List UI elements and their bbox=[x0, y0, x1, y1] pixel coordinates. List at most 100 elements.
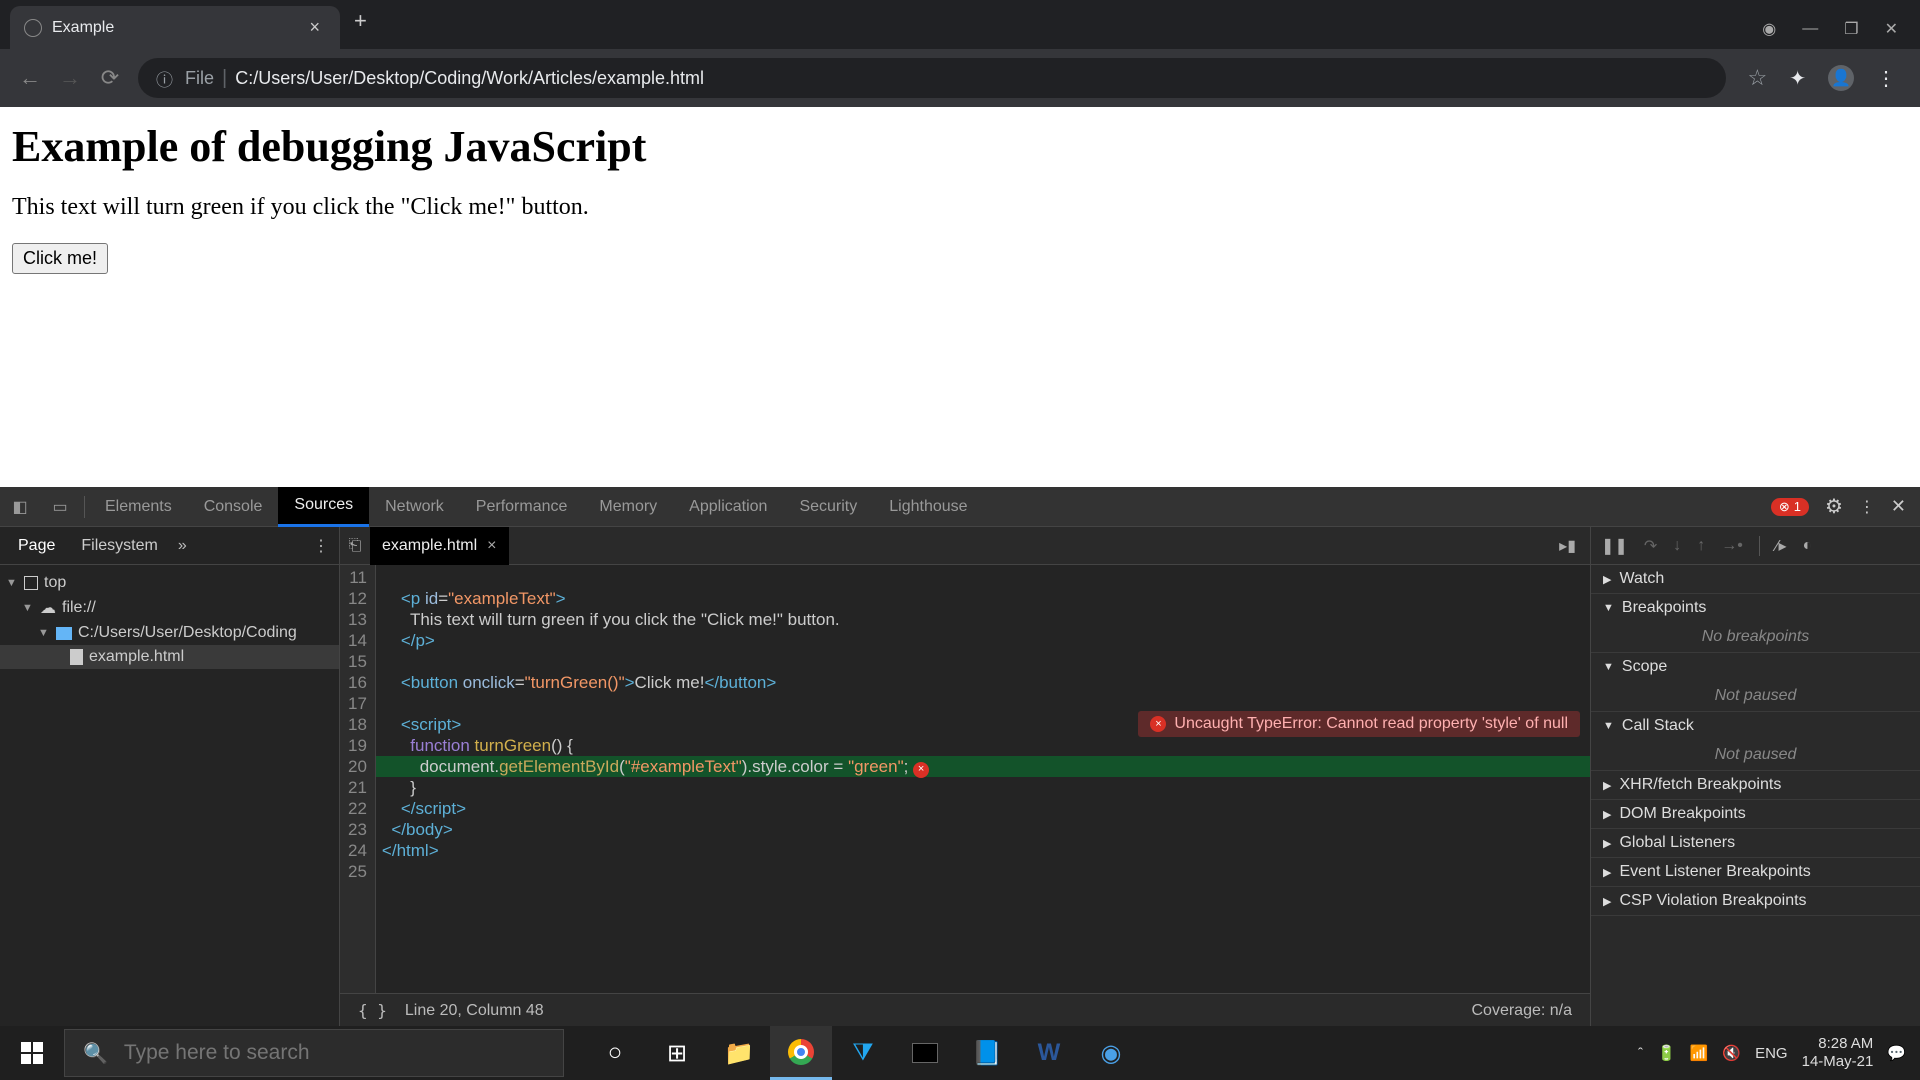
debugger-section-scope[interactable]: ▼Scope bbox=[1591, 653, 1920, 681]
navigator-tab-filesystem[interactable]: Filesystem bbox=[71, 533, 167, 559]
code-line[interactable]: } bbox=[376, 777, 1590, 798]
wifi-icon[interactable]: 📶 bbox=[1690, 1044, 1709, 1062]
debugger-section-watch[interactable]: ▶Watch bbox=[1591, 565, 1920, 593]
editor-file-tab[interactable]: example.html × bbox=[370, 527, 509, 565]
debugger-section-csp-violation-breakpoints[interactable]: ▶CSP Violation Breakpoints bbox=[1591, 887, 1920, 915]
forward-button[interactable]: → bbox=[50, 58, 90, 98]
code-line[interactable]: document.getElementById("#exampleText").… bbox=[376, 756, 1590, 777]
devtools-tab-console[interactable]: Console bbox=[188, 487, 279, 527]
bookmark-icon[interactable]: ☆ bbox=[1748, 65, 1768, 91]
devtools-tab-network[interactable]: Network bbox=[369, 487, 460, 527]
navigator-more-icon[interactable]: ⋮ bbox=[313, 536, 331, 556]
devtools-tab-application[interactable]: Application bbox=[673, 487, 783, 527]
debugger-section-call-stack[interactable]: ▼Call Stack bbox=[1591, 712, 1920, 740]
search-input[interactable] bbox=[124, 1041, 545, 1065]
page-paragraph: This text will turn green if you click t… bbox=[12, 194, 1908, 221]
sources-navigator: Page Filesystem » ⋮ ▼top ▼☁file:// ▼C:/U… bbox=[0, 527, 340, 1027]
terminal-icon[interactable] bbox=[894, 1026, 956, 1080]
code-line[interactable] bbox=[376, 567, 1590, 588]
app-icon-1[interactable]: 📘 bbox=[956, 1026, 1018, 1080]
battery-icon[interactable]: 🔋 bbox=[1657, 1044, 1676, 1062]
code-line[interactable]: <p id="exampleText"> bbox=[376, 588, 1590, 609]
debugger-section-xhr-fetch-breakpoints[interactable]: ▶XHR/fetch Breakpoints bbox=[1591, 771, 1920, 799]
code-line[interactable] bbox=[376, 861, 1590, 882]
devtools-close-icon[interactable]: ✕ bbox=[1891, 496, 1906, 517]
code-line[interactable]: </body> bbox=[376, 819, 1590, 840]
editor-history-icon[interactable]: ⎗ bbox=[340, 537, 370, 555]
word-icon[interactable]: W bbox=[1018, 1026, 1080, 1080]
tree-top[interactable]: ▼top bbox=[0, 571, 339, 595]
taskbar-search[interactable]: 🔍 bbox=[64, 1029, 564, 1077]
devtools-tabs: ◧ ▭ ElementsConsoleSourcesNetworkPerform… bbox=[0, 487, 1920, 527]
pause-icon[interactable]: ❚❚ bbox=[1601, 536, 1628, 556]
device-toggle-icon[interactable]: ▭ bbox=[40, 497, 80, 517]
tree-file[interactable]: example.html bbox=[0, 645, 339, 669]
code-line[interactable]: <button onclick="turnGreen()">Click me!<… bbox=[376, 672, 1590, 693]
code-line[interactable]: </script> bbox=[376, 798, 1590, 819]
devtools-tab-security[interactable]: Security bbox=[783, 487, 873, 527]
debugger-section-global-listeners[interactable]: ▶Global Listeners bbox=[1591, 829, 1920, 857]
profile-icon[interactable]: 👤 bbox=[1828, 65, 1854, 91]
devtools-tab-performance[interactable]: Performance bbox=[460, 487, 584, 527]
deactivate-breakpoints-icon[interactable]: ⁄▸ bbox=[1776, 536, 1787, 556]
close-file-icon[interactable]: × bbox=[487, 537, 496, 555]
devtools-tab-memory[interactable]: Memory bbox=[583, 487, 673, 527]
step-over-icon[interactable]: ↷ bbox=[1644, 536, 1657, 556]
navigator-overflow-icon[interactable]: » bbox=[178, 537, 187, 555]
volume-icon[interactable]: 🔇 bbox=[1722, 1044, 1741, 1062]
devtools-tab-lighthouse[interactable]: Lighthouse bbox=[873, 487, 983, 527]
debugger-section-dom-breakpoints[interactable]: ▶DOM Breakpoints bbox=[1591, 800, 1920, 828]
code-area[interactable]: 111213141516171819202122232425 × Uncaugh… bbox=[340, 565, 1590, 993]
window-controls: ◉ — ❐ ✕ bbox=[1762, 19, 1920, 39]
inspect-icon[interactable]: ◧ bbox=[0, 497, 40, 517]
chrome-icon[interactable] bbox=[770, 1026, 832, 1080]
account-icon[interactable]: ◉ bbox=[1762, 19, 1776, 39]
code-line[interactable]: function turnGreen() { bbox=[376, 735, 1590, 756]
navigator-tab-page[interactable]: Page bbox=[8, 533, 65, 559]
task-view-icon[interactable]: ⊞ bbox=[646, 1026, 708, 1080]
vscode-icon[interactable]: ⧩ bbox=[832, 1026, 894, 1080]
debugger-section-event-listener-breakpoints[interactable]: ▶Event Listener Breakpoints bbox=[1591, 858, 1920, 886]
devtools-tab-elements[interactable]: Elements bbox=[89, 487, 188, 527]
new-tab-button[interactable]: + bbox=[340, 8, 381, 34]
close-window-icon[interactable]: ✕ bbox=[1885, 19, 1898, 39]
pretty-print-icon[interactable]: { } bbox=[358, 1001, 387, 1020]
devtools-tab-sources[interactable]: Sources bbox=[278, 487, 369, 527]
code-line[interactable]: </html> bbox=[376, 840, 1590, 861]
minimize-icon[interactable]: — bbox=[1802, 20, 1818, 38]
extensions-icon[interactable]: ✦ bbox=[1789, 66, 1806, 91]
code-line[interactable]: This text will turn green if you click t… bbox=[376, 609, 1590, 630]
cursor-position: Line 20, Column 48 bbox=[405, 1002, 544, 1020]
app-icon-2[interactable]: ◉ bbox=[1080, 1026, 1142, 1080]
devtools-menu-icon[interactable]: ⋮ bbox=[1859, 497, 1875, 517]
tree-scheme[interactable]: ▼☁file:// bbox=[0, 595, 339, 621]
click-me-button[interactable]: Click me! bbox=[12, 243, 108, 274]
code-line[interactable] bbox=[376, 651, 1590, 672]
run-snippet-icon[interactable]: ▸▮ bbox=[1545, 536, 1590, 556]
tree-folder[interactable]: ▼C:/Users/User/Desktop/Coding bbox=[0, 621, 339, 645]
cortana-icon[interactable]: ○ bbox=[584, 1026, 646, 1080]
tray-chevron-icon[interactable]: ˆ bbox=[1638, 1045, 1643, 1062]
pause-on-exceptions-icon[interactable]: ◐ bbox=[1803, 537, 1813, 555]
reload-button[interactable]: ⟳ bbox=[90, 58, 130, 98]
step-out-icon[interactable]: ↑ bbox=[1697, 537, 1705, 555]
start-button[interactable] bbox=[0, 1042, 64, 1064]
info-icon[interactable]: ⓘ bbox=[156, 66, 173, 91]
step-into-icon[interactable]: ↓ bbox=[1673, 537, 1681, 555]
url-field[interactable]: ⓘ File | C:/Users/User/Desktop/Coding/Wo… bbox=[138, 58, 1726, 98]
language-indicator[interactable]: ENG bbox=[1755, 1045, 1788, 1062]
step-icon[interactable]: →• bbox=[1721, 537, 1743, 555]
browser-tab[interactable]: Example × bbox=[10, 6, 340, 49]
menu-icon[interactable]: ⋮ bbox=[1876, 66, 1896, 91]
settings-gear-icon[interactable]: ⚙ bbox=[1825, 494, 1843, 519]
error-count-badge[interactable]: ⊗1 bbox=[1771, 498, 1809, 516]
notifications-icon[interactable]: 💬 bbox=[1887, 1044, 1906, 1062]
back-button[interactable]: ← bbox=[10, 58, 50, 98]
debugger-section-breakpoints[interactable]: ▼Breakpoints bbox=[1591, 594, 1920, 622]
close-tab-icon[interactable]: × bbox=[303, 15, 326, 40]
file-explorer-icon[interactable]: 📁 bbox=[708, 1026, 770, 1080]
browser-tab-strip: Example × + ◉ — ❐ ✕ bbox=[0, 0, 1920, 49]
clock[interactable]: 8:28 AM 14-May-21 bbox=[1802, 1035, 1874, 1071]
maximize-icon[interactable]: ❐ bbox=[1844, 19, 1858, 39]
code-line[interactable]: </p> bbox=[376, 630, 1590, 651]
